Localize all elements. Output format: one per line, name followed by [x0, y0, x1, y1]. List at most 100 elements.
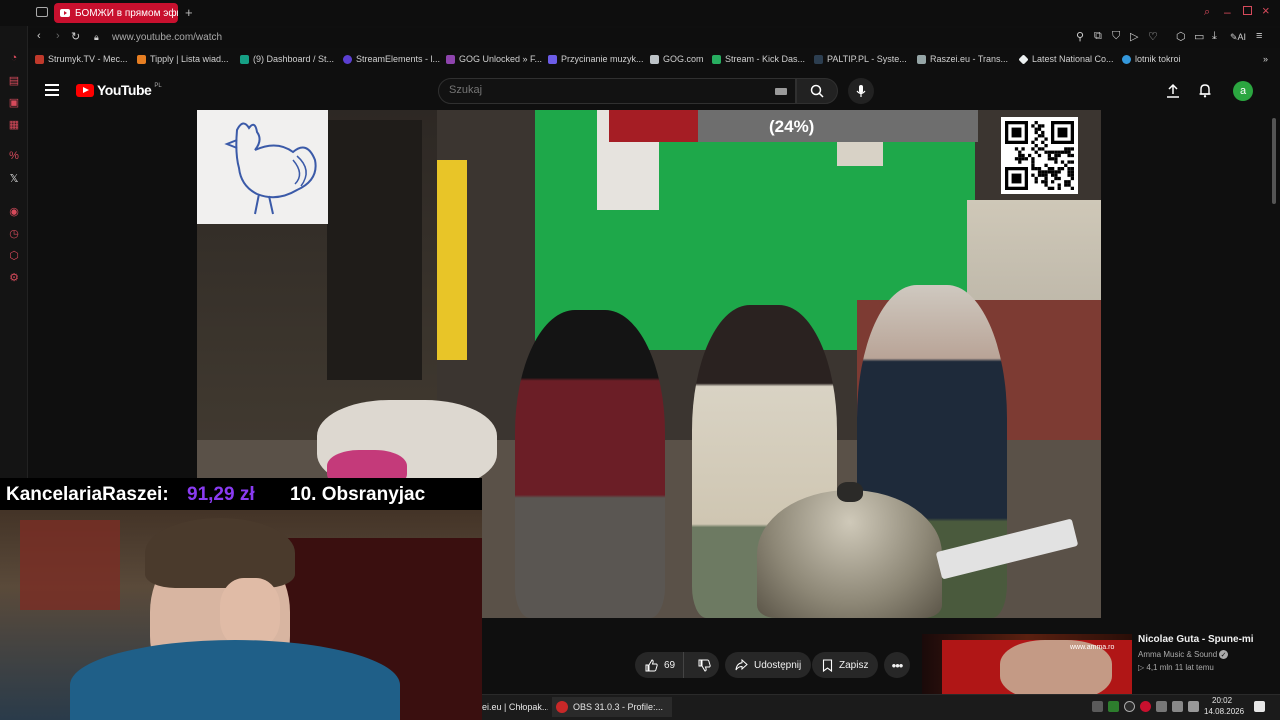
- avatar[interactable]: a: [1233, 81, 1253, 101]
- save-button[interactable]: Zapisz: [812, 652, 879, 678]
- streamer-hand: [220, 578, 280, 648]
- bookmark-item[interactable]: GOG Unlocked » F...: [446, 54, 542, 64]
- sidebar-messenger-icon[interactable]: ◔: [6, 50, 22, 66]
- share-button[interactable]: Udostępnij: [725, 652, 812, 678]
- video-scene: [437, 160, 467, 360]
- bookmark-item[interactable]: (9) Dashboard / St...: [240, 54, 334, 64]
- sidebar-extensions-icon[interactable]: ⬡: [6, 247, 22, 263]
- bookmarks-more-icon[interactable]: »: [1263, 54, 1268, 64]
- dislike-button[interactable]: [690, 652, 719, 678]
- tray-network-icon[interactable]: [1172, 701, 1183, 712]
- taskbar-item-obs[interactable]: OBS 31.0.3 - Profile:...: [552, 697, 672, 717]
- video-person: [515, 310, 665, 618]
- taskbar-item-label: ei.eu | Chłopak...: [482, 702, 548, 712]
- like-button[interactable]: 69: [635, 652, 684, 678]
- snapshot-icon[interactable]: ⧉: [1094, 30, 1102, 43]
- pin-icon[interactable]: ⚲: [1076, 30, 1084, 43]
- bookmark-item[interactable]: Raszei.eu - Trans...: [917, 54, 1008, 64]
- shield-icon[interactable]: ⛉: [1112, 30, 1120, 43]
- youtube-logo[interactable]: YouTube PL: [76, 82, 162, 98]
- tray-app-icon[interactable]: [1124, 701, 1135, 712]
- tab-active[interactable]: БОМЖИ в прямом эфире: [54, 3, 178, 23]
- bookmark-item[interactable]: Przycinanie muzyk...: [548, 54, 644, 64]
- goal-progress-label: (24%): [769, 117, 815, 136]
- ai-label: AI: [1237, 32, 1247, 42]
- notification-center-icon[interactable]: [1254, 701, 1265, 712]
- bookmark-icon: [650, 54, 659, 64]
- wallet-icon[interactable]: ▭: [1194, 30, 1204, 43]
- bookmark-icon: [343, 54, 352, 64]
- extensions-icon[interactable]: ⬡: [1176, 30, 1186, 43]
- search-input[interactable]: [449, 84, 749, 96]
- send-icon[interactable]: ▷: [1130, 30, 1138, 43]
- search-button[interactable]: [796, 78, 838, 104]
- thumbs-down-icon: [698, 659, 711, 672]
- tab-search-icon[interactable]: ⌕: [1204, 6, 1210, 19]
- forward-icon[interactable]: ›: [56, 30, 60, 42]
- bookmark-item[interactable]: lotnik tokroi: [1122, 54, 1181, 64]
- bookmark-icon: [446, 54, 455, 64]
- minimize-icon[interactable]: –: [1224, 5, 1231, 19]
- sidebar-x-icon[interactable]: 𝕏: [6, 170, 22, 186]
- notifications-button[interactable]: [1198, 83, 1212, 103]
- upload-icon: [1167, 83, 1179, 98]
- more-actions-button[interactable]: •••: [884, 652, 910, 678]
- upload-button[interactable]: [1166, 83, 1180, 103]
- ai-button[interactable]: ✎AI: [1230, 32, 1246, 43]
- sidebar-player-icon[interactable]: ◉: [6, 203, 22, 219]
- bookmark-icon: [814, 54, 823, 64]
- back-icon[interactable]: ‹: [37, 30, 41, 42]
- bookmark-icon: [1018, 53, 1029, 65]
- region-label: PL: [154, 83, 162, 89]
- tray-opera-icon[interactable]: [1140, 701, 1151, 712]
- bookmark-item[interactable]: Stream - Kick Das...: [712, 54, 805, 64]
- more-dots-icon: •••: [891, 657, 904, 673]
- tray-mic-icon[interactable]: [1188, 701, 1199, 712]
- reload-icon[interactable]: ↻: [71, 30, 80, 43]
- sidebar-news-icon[interactable]: ▦: [6, 116, 22, 132]
- download-icon[interactable]: ⤓: [1212, 30, 1217, 43]
- heart-icon[interactable]: ♡: [1148, 30, 1158, 43]
- recommended-watermark: www.amma.ro: [1070, 644, 1115, 651]
- sidebar-bag-icon[interactable]: ▤: [6, 72, 22, 88]
- hamburger-menu-icon[interactable]: [45, 84, 59, 96]
- goal-progress-fill: [609, 110, 698, 142]
- bookmark-item[interactable]: StreamElements - l...: [343, 54, 440, 64]
- maximize-icon[interactable]: [1243, 6, 1252, 15]
- close-icon[interactable]: ×: [1262, 3, 1270, 18]
- bookmark-icon: [712, 54, 721, 64]
- clock-date[interactable]: 14.08.2026: [1204, 707, 1244, 716]
- bookmark-item[interactable]: Tipply | Lista wiad...: [137, 54, 229, 64]
- bookmark-item[interactable]: GOG.com: [650, 54, 704, 64]
- bookmark-item[interactable]: Latest National Co...: [1018, 53, 1114, 65]
- bookmark-item[interactable]: Strumyk.TV - Mec...: [35, 54, 128, 64]
- taskbar-item-browser[interactable]: ei.eu | Chłopak...: [482, 697, 548, 717]
- video-scene: [327, 120, 422, 380]
- youtube-favicon-icon: [60, 9, 70, 17]
- webcam-background: [20, 520, 120, 610]
- sidebar-settings-icon[interactable]: ⚙: [6, 269, 22, 285]
- tray-volume-icon[interactable]: [1156, 701, 1167, 712]
- search-icon: [810, 84, 824, 98]
- new-tab-icon[interactable]: +: [185, 5, 193, 20]
- keyboard-icon[interactable]: [775, 88, 787, 95]
- sidebar-history-icon[interactable]: ◷: [6, 225, 22, 241]
- sidebar-percent-icon[interactable]: %: [6, 148, 22, 164]
- ranking-text: 10. Obsranyjac: [290, 484, 426, 505]
- bookmark-item[interactable]: PALTIP.PL - Syste...: [814, 54, 907, 64]
- clock-time[interactable]: 20:02: [1212, 696, 1232, 705]
- tray-chevron-icon[interactable]: [1092, 701, 1103, 712]
- recommended-title[interactable]: Nicolae Guta - Spune-mi: [1138, 634, 1254, 645]
- streamer-hair: [145, 518, 295, 588]
- url-field[interactable]: www.youtube.com/watch: [112, 32, 222, 43]
- tab-islands-icon[interactable]: [36, 7, 48, 17]
- recommended-thumbnail[interactable]: www.amma.ro: [922, 634, 1132, 694]
- voice-search-button[interactable]: [848, 78, 874, 104]
- menu-icon[interactable]: ≡: [1256, 30, 1262, 42]
- tray-nvidia-icon[interactable]: [1108, 701, 1119, 712]
- tab-title: БОМЖИ в прямом эфире: [75, 7, 178, 19]
- sidebar-wallet-icon[interactable]: ▣: [6, 94, 22, 110]
- recommended-channel[interactable]: Amma Music & Sound: [1138, 650, 1217, 659]
- page-scrollbar[interactable]: [1272, 118, 1276, 204]
- bell-icon: [1199, 84, 1211, 98]
